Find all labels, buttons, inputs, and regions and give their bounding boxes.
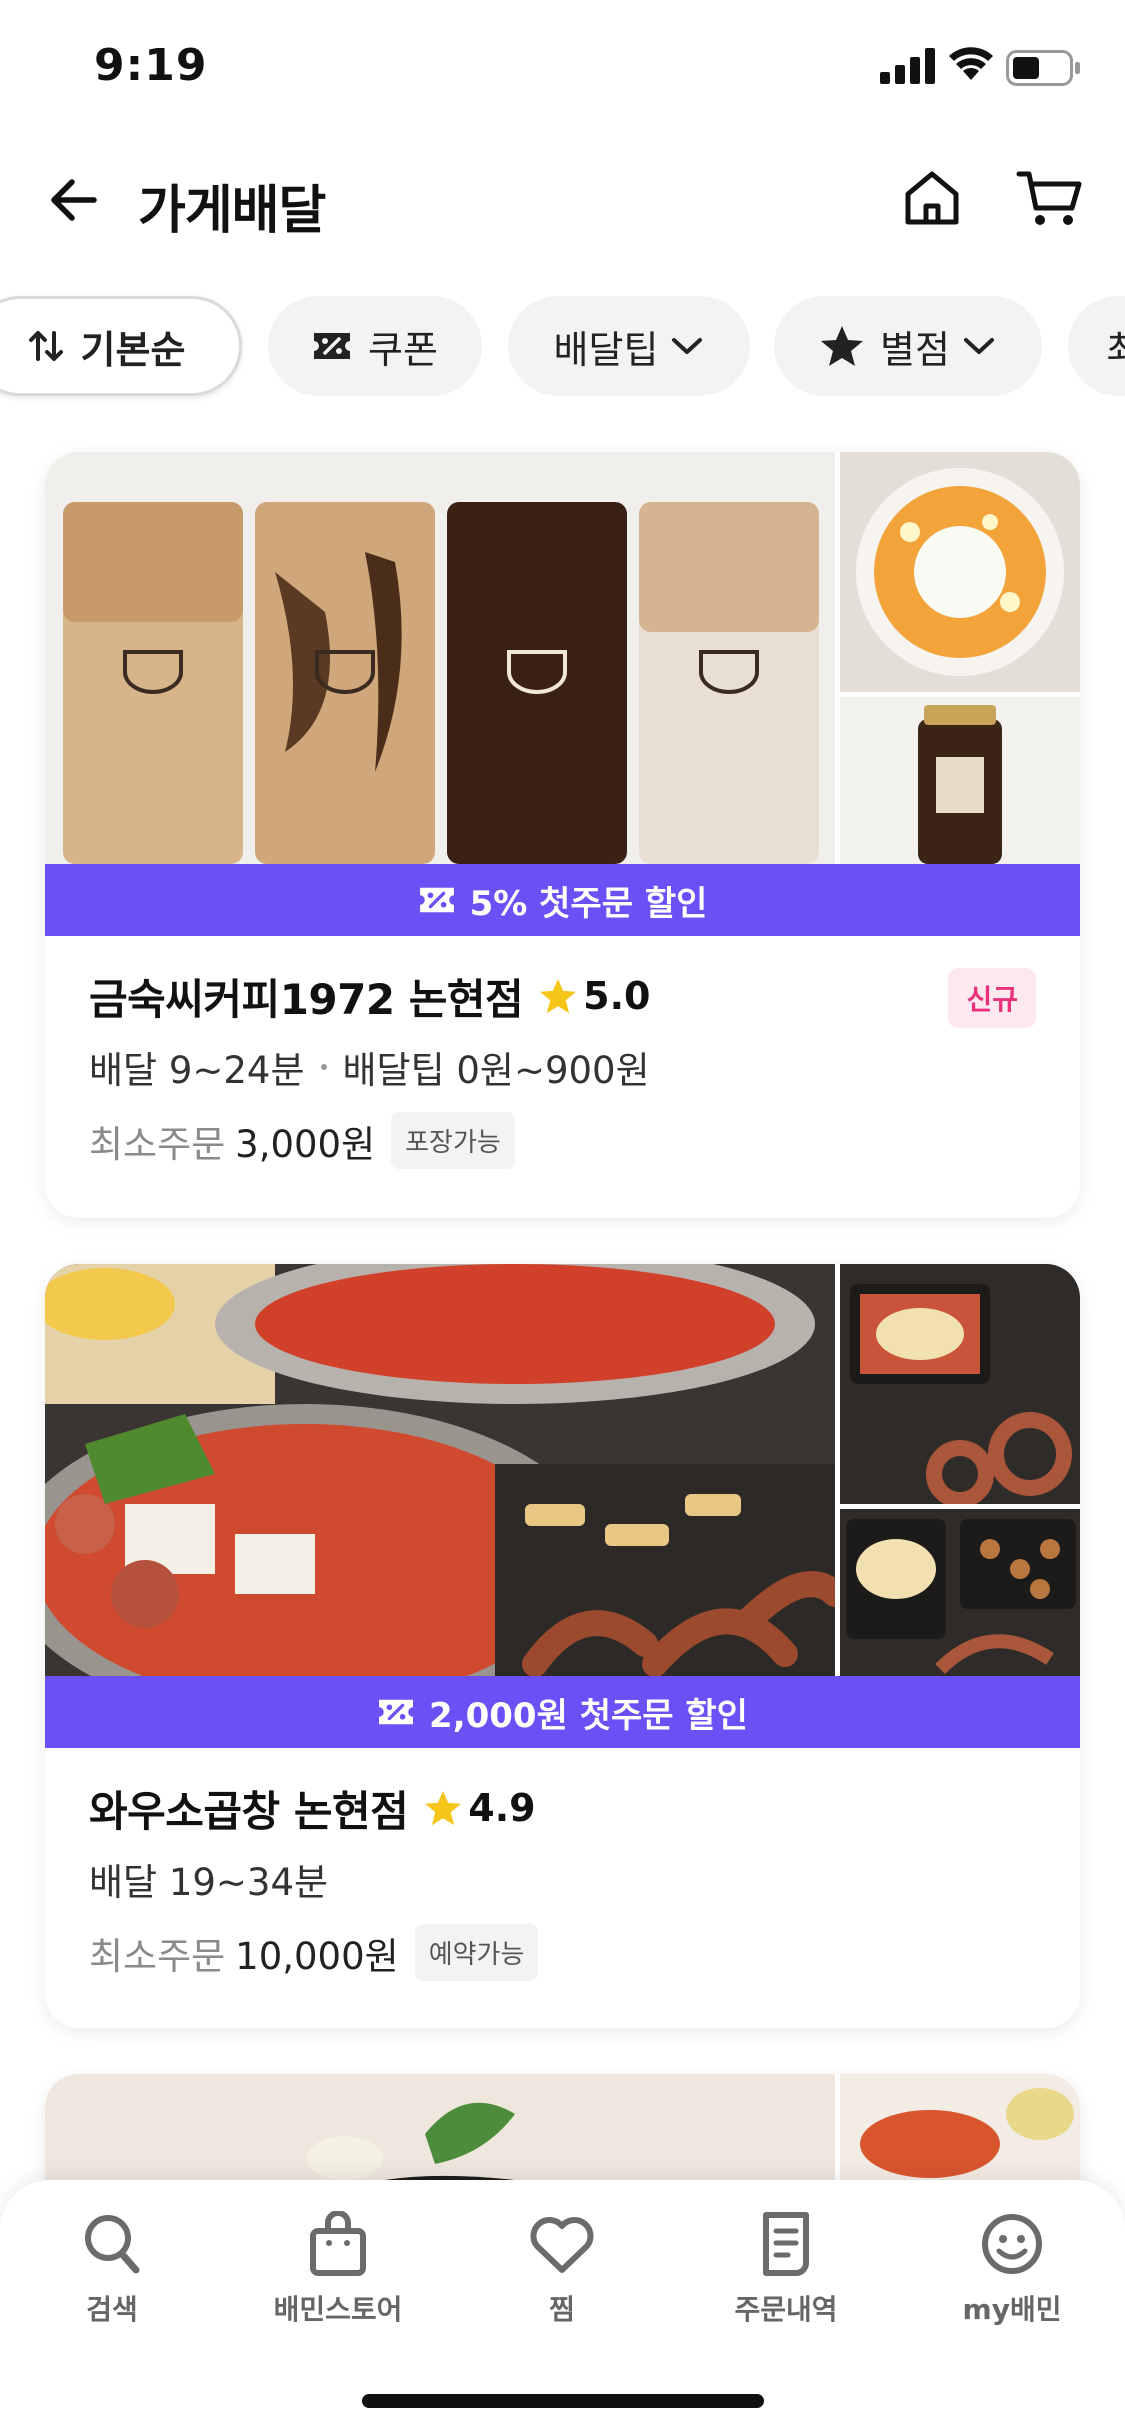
rating-star-icon [424, 1790, 462, 1826]
sort-icon [27, 327, 65, 365]
shopping-bag-icon [310, 2211, 366, 2276]
filter-chip-more[interactable]: 최 [1068, 296, 1125, 396]
store-side-photo-top [840, 452, 1080, 692]
filter-chip-coupon[interactable]: 쿠폰 [268, 296, 482, 396]
tab-label: my배민 [962, 2293, 1062, 2326]
tab-label: 검색 [86, 2293, 138, 2326]
chevron-down-icon [670, 336, 704, 356]
back-arrow-icon[interactable] [44, 170, 104, 230]
promo-text: 5% 첫주문 할인 [469, 883, 708, 924]
chip-label: 쿠폰 [368, 327, 438, 372]
tab-my-baemin[interactable]: my배민 [922, 2204, 1102, 2328]
home-indicator [362, 2394, 764, 2408]
promo-text: 2,000원 첫주문 할인 [429, 1695, 748, 1736]
smiley-icon [982, 2214, 1042, 2274]
tab-search[interactable]: 검색 [22, 2204, 202, 2328]
coupon-icon [312, 329, 352, 363]
store-name: 금숙씨커피1972 논현점 [89, 974, 524, 1024]
tab-label: 찜 [549, 2293, 575, 2326]
store-card[interactable]: 2,000원 첫주문 할인 와우소곱창 논현점 4.9 배달 19~34분 최소… [45, 1264, 1080, 2028]
page-title: 가게배달 [138, 181, 326, 241]
cellular-signal-icon [880, 48, 935, 84]
rating-star-icon [539, 978, 577, 1014]
chip-label: 최 [1106, 327, 1125, 372]
cart-icon[interactable] [1016, 166, 1084, 230]
min-order-value: 3,000원 [235, 1122, 376, 1166]
status-time: 9:19 [94, 40, 208, 91]
delivery-time: 배달 19~34분 [89, 1861, 329, 1904]
header: 가게배달 [0, 150, 1125, 250]
filter-bar: 기본순 쿠폰 배달팁 별점 최 [0, 292, 1125, 402]
store-main-photo [45, 452, 835, 864]
store-photos [45, 1264, 1080, 1676]
receipt-icon [763, 2212, 809, 2276]
tab-favorites[interactable]: 찜 [472, 2204, 652, 2328]
store-main-photo [45, 1264, 835, 1676]
search-icon [85, 2215, 140, 2274]
filter-chip-rating[interactable]: 별점 [774, 296, 1042, 396]
store-card[interactable]: 5% 첫주문 할인 금숙씨커피1972 논현점 5.0 신규 배달 9~24분 … [45, 452, 1080, 1218]
chip-label: 기본순 [80, 327, 186, 372]
delivery-time: 배달 9~24분 [89, 1049, 305, 1092]
coupon-icon [418, 884, 456, 916]
star-icon [820, 325, 864, 367]
min-order-label: 최소주문 [89, 1934, 226, 1978]
chip-label: 별점 [880, 327, 950, 372]
min-order-label: 최소주문 [89, 1122, 226, 1166]
coupon-icon [377, 1696, 415, 1728]
home-icon[interactable] [900, 166, 964, 230]
chip-label: 배달팁 [553, 327, 659, 372]
separator-dot [320, 1064, 327, 1070]
store-side-photo-bottom [840, 697, 1080, 864]
new-badge: 신규 [948, 968, 1036, 1028]
store-rating: 5.0 [583, 974, 651, 1018]
filter-chip-delivery-tip[interactable]: 배달팁 [508, 296, 750, 396]
wifi-icon [949, 47, 993, 80]
store-side-photo-bottom [840, 1509, 1080, 1676]
store-info: 금숙씨커피1972 논현점 5.0 신규 배달 9~24분 배달팁 0원~900… [45, 936, 1080, 1169]
tab-label: 배민스토어 [273, 2293, 403, 2326]
store-info: 와우소곱창 논현점 4.9 배달 19~34분 최소주문 10,000원 예약가… [45, 1748, 1080, 1981]
tab-orders[interactable]: 주문내역 [696, 2204, 876, 2328]
store-rating: 4.9 [468, 1786, 536, 1830]
promo-banner: 5% 첫주문 할인 [45, 864, 1080, 936]
store-side-photo-top [840, 1264, 1080, 1504]
store-name: 와우소곱창 논현점 [89, 1786, 409, 1836]
store-tag: 포장가능 [391, 1112, 515, 1169]
min-order-value: 10,000원 [235, 1934, 399, 1978]
chevron-down-icon [962, 336, 996, 356]
promo-banner: 2,000원 첫주문 할인 [45, 1676, 1080, 1748]
heart-icon [530, 2217, 594, 2273]
battery-icon [1006, 50, 1080, 86]
status-bar: 9:19 [0, 0, 1125, 130]
store-photos [45, 452, 1080, 864]
tab-label: 주문내역 [734, 2293, 838, 2326]
sort-chip-default[interactable]: 기본순 [0, 296, 242, 396]
tab-baemin-store[interactable]: 배민스토어 [248, 2204, 428, 2328]
store-tag: 예약가능 [414, 1924, 539, 1981]
delivery-tip: 배달팁 0원~900원 [342, 1049, 650, 1092]
